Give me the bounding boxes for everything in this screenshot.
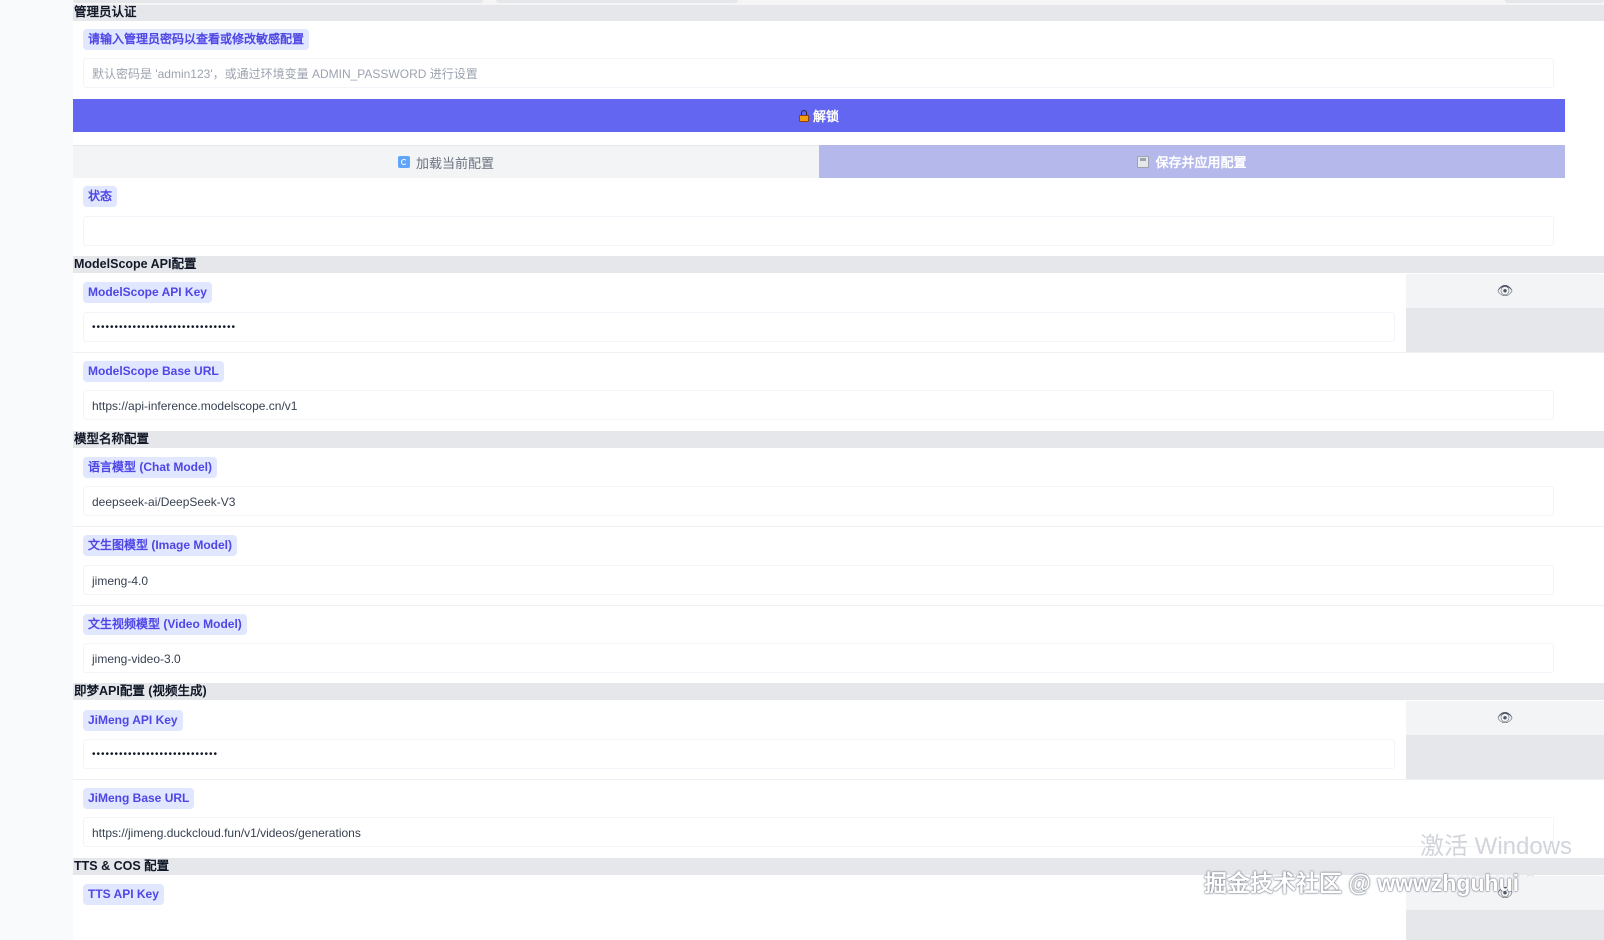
divider: [73, 352, 1604, 353]
unlock-button-label: 解锁: [812, 109, 839, 124]
chat-model-label: 语言模型 (Chat Model): [83, 457, 217, 478]
modelscope-base-url-input[interactable]: https://api-inference.modelscope.cn/v1: [83, 390, 1554, 420]
floppy-icon: [1137, 155, 1150, 168]
models-section-title: 模型名称配置: [73, 431, 1604, 448]
main-content: 管理员认证 请输入管理员密码以查看或修改敏感配置 默认密码是 'admin123…: [73, 0, 1604, 940]
divider: [73, 779, 1604, 780]
modelscope-base-url-label: ModelScope Base URL: [83, 361, 224, 382]
load-config-label: 加载当前配置: [415, 155, 494, 171]
refresh-icon: [397, 156, 410, 168]
divider: [73, 605, 1604, 606]
modelscope-section-title: ModelScope API配置: [73, 256, 1604, 273]
eye-icon: 👁: [1496, 710, 1514, 725]
left-gutter: [0, 0, 73, 940]
chat-model-input[interactable]: deepseek-ai/DeepSeek-V3: [83, 486, 1554, 516]
image-model-input[interactable]: jimeng-4.0: [83, 565, 1554, 595]
jimeng-eye-panel: 👁: [1406, 701, 1604, 779]
eye-icon: 👁: [1496, 283, 1514, 298]
jimeng-api-key-input[interactable]: ••••••••••••••••••••••••••••: [83, 739, 1395, 769]
status-label: 状态: [83, 186, 118, 207]
save-apply-config-button[interactable]: 保存并应用配置: [819, 145, 1565, 178]
video-model-label: 文生视频模型 (Video Model): [83, 614, 247, 635]
top-tab-3[interactable]: [1505, 0, 1604, 3]
load-config-button[interactable]: 加载当前配置: [73, 145, 819, 178]
top-tab-2[interactable]: [496, 0, 738, 3]
admin-password-input[interactable]: 默认密码是 'admin123'，或通过环境变量 ADMIN_PASSWORD …: [83, 58, 1554, 88]
config-page: 管理员认证 请输入管理员密码以查看或修改敏感配置 默认密码是 'admin123…: [0, 0, 1604, 940]
jimeng-base-url-label: JiMeng Base URL: [83, 788, 195, 809]
lock-icon: [798, 109, 809, 122]
status-output: [83, 216, 1554, 246]
divider: [73, 526, 1604, 527]
tts-api-key-label: TTS API Key: [83, 884, 164, 905]
modelscope-eye-panel: 👁: [1406, 274, 1604, 352]
save-apply-config-label: 保存并应用配置: [1155, 155, 1247, 170]
modelscope-api-key-label: ModelScope API Key: [83, 282, 212, 303]
admin-password-label: 请输入管理员密码以查看或修改敏感配置: [83, 29, 310, 50]
jimeng-api-key-label: JiMeng API Key: [83, 710, 183, 731]
jimeng-toggle-visibility[interactable]: 👁: [1406, 701, 1604, 735]
modelscope-toggle-visibility[interactable]: 👁: [1406, 274, 1604, 308]
jimeng-section-title: 即梦API配置 (视频生成): [73, 683, 1604, 700]
image-model-label: 文生图模型 (Image Model): [83, 535, 238, 556]
windows-activation-watermark: 激活 Windows: [1420, 833, 1573, 860]
unlock-button[interactable]: 解锁: [73, 99, 1565, 132]
admin-section-title: 管理员认证: [73, 5, 1604, 21]
modelscope-api-key-input[interactable]: ••••••••••••••••••••••••••••••••: [83, 312, 1395, 342]
juejin-credit-watermark: 掘金技术社区 @ wwwzhguhui: [1204, 870, 1520, 896]
jimeng-base-url-input[interactable]: https://jimeng.duckcloud.fun/v1/videos/g…: [83, 817, 1554, 847]
video-model-input[interactable]: jimeng-video-3.0: [83, 643, 1554, 673]
top-tab-1[interactable]: [73, 0, 483, 3]
